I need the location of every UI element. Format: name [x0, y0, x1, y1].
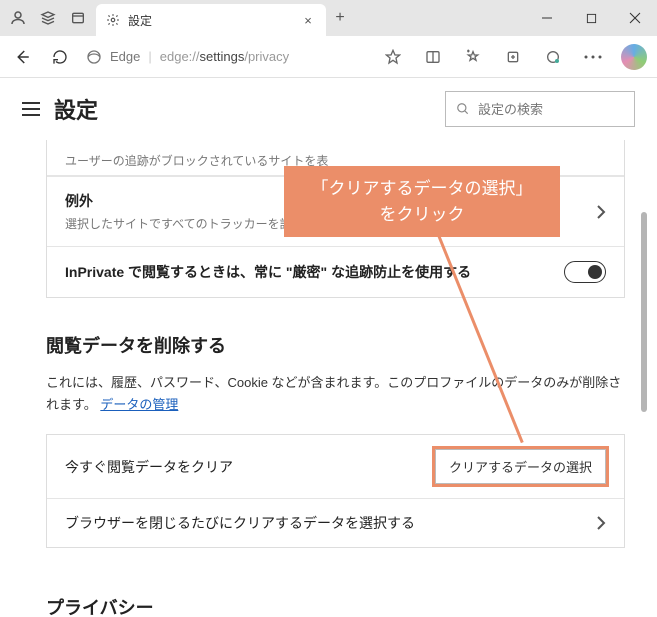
- active-tab[interactable]: 設定 ×: [96, 4, 326, 36]
- clear-data-card: 今すぐ閲覧データをクリア クリアするデータの選択 ブラウザーを閉じるたびにクリア…: [46, 434, 625, 548]
- window-controls: [525, 0, 657, 36]
- manage-data-link[interactable]: データの管理: [100, 397, 178, 412]
- search-input[interactable]: [478, 102, 654, 117]
- tab-title: 設定: [128, 12, 292, 29]
- copilot-icon[interactable]: [621, 44, 647, 70]
- tab-actions-icon[interactable]: [68, 8, 88, 28]
- chevron-right-icon: [596, 205, 606, 219]
- url-text: edge://settings/privacy: [160, 49, 289, 64]
- toolbar-right: [381, 44, 647, 70]
- favorites-icon[interactable]: [461, 45, 485, 69]
- clear-now-row: 今すぐ閲覧データをクリア クリアするデータの選択: [47, 435, 624, 498]
- close-window-button[interactable]: [613, 0, 657, 36]
- gear-icon: [106, 13, 120, 27]
- address-bar[interactable]: Edge | edge://settings/privacy: [86, 49, 289, 65]
- address-separator: |: [148, 49, 151, 64]
- title-left-icons: [8, 8, 96, 28]
- scrollbar-track[interactable]: [639, 140, 647, 617]
- extensions-icon[interactable]: [541, 45, 565, 69]
- callout-line1: 「クリアするデータの選択」: [300, 176, 544, 202]
- clear-on-close-title: ブラウザーを閉じるたびにクリアするデータを選択する: [65, 513, 582, 533]
- close-tab-icon[interactable]: ×: [300, 12, 316, 28]
- instruction-callout: 「クリアするデータの選択」 をクリック: [284, 166, 560, 237]
- hamburger-icon[interactable]: [22, 102, 40, 116]
- reload-button[interactable]: [48, 45, 72, 69]
- maximize-button[interactable]: [569, 0, 613, 36]
- settings-header: 設定: [0, 78, 657, 140]
- search-icon: [456, 102, 470, 116]
- collections-icon[interactable]: [501, 45, 525, 69]
- settings-search[interactable]: [445, 91, 635, 127]
- clear-now-title: 今すぐ閲覧データをクリア: [65, 457, 421, 477]
- choose-data-button[interactable]: クリアするデータの選択: [435, 449, 606, 484]
- clear-data-section-desc: これには、履歴、パスワード、Cookie などが含まれます。このプロファイルのデ…: [46, 372, 625, 416]
- edge-label: Edge: [110, 49, 140, 64]
- inprivate-strict-label: InPrivate で閲覧するときは、常に "厳密" な追跡防止を使用する: [65, 262, 550, 282]
- privacy-section-title: プライバシー: [46, 594, 625, 617]
- star-icon[interactable]: [381, 45, 405, 69]
- window-titlebar: 設定 × +: [0, 0, 657, 36]
- chevron-right-icon: [596, 516, 606, 530]
- scrollbar-thumb[interactable]: [641, 212, 647, 412]
- page-title: 設定: [54, 93, 98, 125]
- back-button[interactable]: [10, 45, 34, 69]
- edge-logo-icon: [86, 49, 102, 65]
- more-icon[interactable]: [581, 45, 605, 69]
- clear-on-close-row[interactable]: ブラウザーを閉じるたびにクリアするデータを選択する: [47, 498, 624, 547]
- clear-data-section-title: 閲覧データを削除する: [46, 332, 625, 358]
- profile-icon[interactable]: [8, 8, 28, 28]
- inprivate-strict-toggle[interactable]: [564, 261, 606, 283]
- inprivate-strict-row: InPrivate で閲覧するときは、常に "厳密" な追跡防止を使用する: [47, 246, 624, 297]
- minimize-button[interactable]: [525, 0, 569, 36]
- workspaces-icon[interactable]: [38, 8, 58, 28]
- browser-toolbar: Edge | edge://settings/privacy: [0, 36, 657, 78]
- new-tab-button[interactable]: +: [326, 9, 354, 27]
- split-screen-icon[interactable]: [421, 45, 445, 69]
- callout-line2: をクリック: [300, 202, 544, 228]
